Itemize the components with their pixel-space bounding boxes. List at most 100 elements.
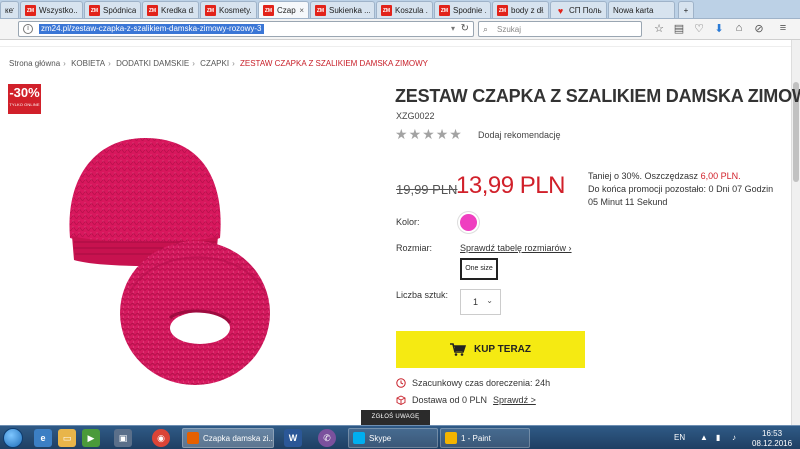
- store-favicon-icon: ZM: [497, 5, 508, 16]
- tab-title: Kredka d...: [161, 6, 194, 15]
- language-indicator[interactable]: EN: [674, 433, 685, 442]
- store-favicon-icon: ZM: [89, 5, 100, 16]
- old-price: 19,99 PLN: [396, 182, 458, 197]
- star-icon[interactable]: ★: [395, 126, 409, 142]
- tray-arrow-icon[interactable]: ▲: [700, 433, 708, 442]
- breadcrumb-item-dodatki[interactable]: DODATKI DAMSKIE: [116, 59, 189, 68]
- browser-tab[interactable]: ZMKosmety...: [200, 1, 257, 18]
- url-text[interactable]: zm24.pl/zestaw-czapka-z-szalikiem-damska…: [39, 24, 264, 34]
- taskbar-skype[interactable]: Skype: [348, 428, 438, 448]
- lips-favicon-icon: ♥: [557, 5, 564, 16]
- pocket-icon[interactable]: ♡: [692, 22, 706, 35]
- tab-title: Nowa karta: [613, 6, 654, 15]
- size-option-button[interactable]: One size: [460, 258, 498, 280]
- new-price: 13,99 PLN: [456, 172, 565, 199]
- size-label: Rozmiar:: [396, 243, 433, 253]
- quantity-select[interactable]: 1 ⌄: [460, 289, 501, 315]
- size-chart-link[interactable]: Sprawdź tabelę rozmiarów ›: [460, 243, 572, 253]
- package-icon: [396, 395, 406, 405]
- volume-icon[interactable]: ♪: [732, 433, 736, 442]
- star-icon[interactable]: ★: [422, 126, 436, 142]
- explorer-icon[interactable]: ▭: [58, 429, 76, 447]
- search-placeholder: Szukaj: [497, 25, 522, 34]
- taskbar-label-paint: 1 - Paint: [461, 433, 491, 443]
- address-bar[interactable]: i zm24.pl/zestaw-czapka-z-szalikiem-dams…: [18, 21, 474, 37]
- delivery-check-link[interactable]: Sprawdź >: [493, 395, 536, 405]
- tab-title: Czapk...: [277, 6, 296, 15]
- browser-tab[interactable]: ZMSpodnie ...: [434, 1, 491, 18]
- search-input[interactable]: ⌕ Szukaj: [478, 21, 642, 37]
- browser-tab[interactable]: ZMKredka d...: [142, 1, 199, 18]
- clock[interactable]: 16:53 08.12.2016: [752, 429, 792, 449]
- browser-tab[interactable]: ZM Sukienka ...: [310, 1, 375, 18]
- word-icon[interactable]: W: [284, 429, 302, 447]
- reading-list-icon[interactable]: ▤: [672, 22, 686, 35]
- star-icon[interactable]: ★: [449, 126, 463, 142]
- home-icon[interactable]: ⌂: [732, 22, 746, 34]
- taskbar: e ▭ ▶ ▣ ◉ Czapka damska zi... W ✆ Skype …: [0, 425, 800, 449]
- rating-stars[interactable]: ★★★★★: [395, 126, 463, 143]
- feedback-button[interactable]: ZGŁOŚ UWAGĘ: [361, 410, 430, 425]
- taskbar-paint[interactable]: 1 - Paint: [440, 428, 530, 448]
- browser-tab[interactable]: ZM Wszystko...: [20, 1, 83, 18]
- store-favicon-icon: ZM: [25, 5, 36, 16]
- tab-title: СП Польс...: [569, 6, 602, 15]
- viber-icon[interactable]: ✆: [318, 429, 336, 447]
- browser-tab[interactable]: Nowa karta: [608, 1, 675, 18]
- menu-icon[interactable]: ≡: [776, 22, 790, 34]
- tab-title: Wszystko...: [39, 6, 78, 15]
- sync-icon[interactable]: ⊘: [752, 22, 766, 35]
- start-button[interactable]: [3, 428, 23, 448]
- store-favicon-icon: ZM: [439, 5, 450, 16]
- chrome-icon[interactable]: ◉: [152, 429, 170, 447]
- tab-title: Spódnica...: [103, 6, 136, 15]
- breadcrumb-item-current: ZESTAW CZAPKA Z SZALIKIEM DAMSKA ZIMOWY: [239, 59, 429, 68]
- browser-tab[interactable]: ♥ СП Польс...: [550, 1, 607, 18]
- buy-now-button[interactable]: KUP TERAZ: [396, 331, 585, 368]
- navigation-bar: i zm24.pl/zestaw-czapka-z-szalikiem-dams…: [0, 19, 800, 40]
- star-icon[interactable]: ★: [436, 126, 450, 142]
- taskbar-label-firefox: Czapka damska zi...: [203, 433, 274, 443]
- delivery-time-row: Szacunkowy czas doreczenia: 24h: [396, 378, 550, 388]
- clock-date: 08.12.2016: [752, 439, 793, 448]
- floppy-icon[interactable]: ▣: [114, 429, 132, 447]
- breadcrumb-item-home[interactable]: Strona główna: [9, 59, 60, 68]
- tab-strip: кеты ...ZMWszystko...ZMSpódnica...ZMKred…: [0, 0, 800, 19]
- product-image[interactable]: [60, 118, 300, 393]
- add-review-link[interactable]: Dodaj rekomendację: [478, 130, 561, 140]
- taskbar-label-skype: Skype: [369, 433, 392, 443]
- network-icon[interactable]: ▮: [716, 433, 720, 442]
- color-swatch[interactable]: [458, 212, 479, 233]
- reload-icon[interactable]: ↻: [461, 23, 469, 34]
- store-favicon-icon: ZM: [381, 5, 392, 16]
- delivery-cost-text: Dostawa od 0 PLN: [412, 395, 488, 405]
- new-tab-button[interactable]: +: [678, 1, 694, 18]
- browser-tab[interactable]: ZMKoszula ...: [376, 1, 433, 18]
- promo-info: Taniej o 30%. Oszczędzasz 6,00 PLN. Do k…: [588, 170, 788, 209]
- search-icon: ⌕: [483, 24, 489, 34]
- browser-tab[interactable]: кеты ...: [0, 1, 19, 18]
- product-sku: XZG0022: [396, 111, 435, 121]
- skype-icon: [353, 432, 365, 444]
- product-title: ZESTAW CZAPKA Z SZALIKIEM DAMSKA ZIMOWY: [395, 86, 800, 106]
- tab-title: кеты ...: [5, 6, 14, 15]
- delivery-time-text: Szacunkowy czas doreczenia: 24h: [412, 378, 551, 388]
- color-label: Kolor:: [396, 217, 420, 227]
- breadcrumb-item-kobieta[interactable]: KOBIETA: [71, 59, 105, 68]
- browser-tab[interactable]: ZMCzapk...×: [258, 1, 309, 18]
- discount-percent: -30%: [9, 85, 40, 100]
- info-icon[interactable]: i: [23, 24, 33, 34]
- breadcrumb-item-czapki[interactable]: CZAPKI: [200, 59, 229, 68]
- browser-tab[interactable]: ZMbody z dł...: [492, 1, 549, 18]
- taskbar-firefox[interactable]: Czapka damska zi...: [182, 428, 274, 448]
- browser-tab[interactable]: ZMSpódnica...: [84, 1, 141, 18]
- close-tab-icon[interactable]: ×: [299, 6, 304, 15]
- star-icon[interactable]: ★: [409, 126, 423, 142]
- buy-now-label: KUP TERAZ: [473, 344, 532, 355]
- bookmark-star-icon[interactable]: ☆: [652, 22, 666, 35]
- ie-icon[interactable]: e: [34, 429, 52, 447]
- paint-icon: [445, 432, 457, 444]
- media-player-icon[interactable]: ▶: [82, 429, 100, 447]
- downloads-icon[interactable]: ⬇: [712, 22, 726, 35]
- dropdown-icon[interactable]: ▾: [451, 24, 455, 33]
